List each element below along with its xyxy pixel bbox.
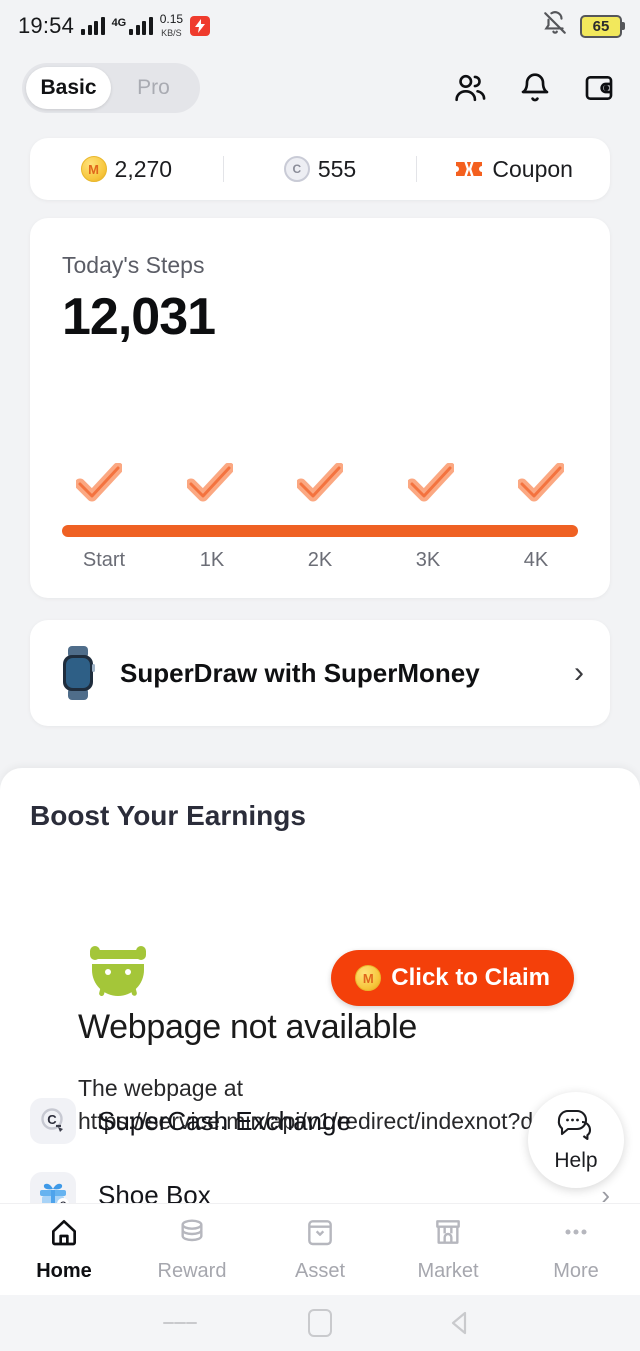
- data-speed-value: 0.15: [159, 12, 184, 27]
- nav-label: Reward: [157, 1260, 227, 1282]
- m-coin-icon: M: [80, 156, 107, 182]
- coupon-label: Coupon: [492, 155, 573, 182]
- broken-android-icon: [72, 944, 164, 997]
- nav-item-asset[interactable]: Asset: [256, 1216, 384, 1283]
- recents-button[interactable]: [163, 1306, 197, 1340]
- steps-progress-bar: [62, 525, 578, 537]
- nav-item-market[interactable]: Market: [384, 1216, 512, 1283]
- supercash-exchange-icon: C: [30, 1098, 76, 1144]
- nav-label: More: [553, 1260, 599, 1282]
- mode-segmented-control[interactable]: Basic Pro: [22, 63, 200, 113]
- battery-indicator: 65: [580, 14, 622, 38]
- steps-card: Today's Steps 12,031 Start 1K 2K 3K 4K: [30, 218, 610, 598]
- tick-label: 2K: [307, 549, 333, 571]
- tab-pro[interactable]: Pro: [111, 67, 196, 109]
- tick-label: 3K: [415, 549, 441, 571]
- status-time: 19:54: [18, 13, 75, 38]
- balance-item-coupon[interactable]: Coupon: [417, 156, 610, 183]
- steps-value: 12,031: [62, 288, 216, 346]
- wallet-icon[interactable]: [580, 69, 618, 107]
- signal-bars-secondary-icon: 4G: [112, 17, 153, 35]
- check-icon: [185, 462, 234, 503]
- milestone-checks: [62, 462, 578, 503]
- nav-item-more[interactable]: More: [512, 1216, 640, 1283]
- nav-label: Home: [36, 1260, 92, 1282]
- check-icon: [406, 462, 455, 503]
- bell-muted-icon: [542, 10, 568, 42]
- help-label: Help: [554, 1148, 598, 1172]
- home-button[interactable]: [303, 1306, 337, 1340]
- status-bar: 19:54 4G 0.15 KB/S 65: [0, 0, 640, 52]
- balance-item-cash[interactable]: C 555: [224, 156, 417, 183]
- steps-tick-labels: Start 1K 2K 3K 4K: [62, 549, 578, 572]
- status-bar-left: 19:54 4G 0.15 KB/S: [18, 13, 211, 39]
- tab-basic[interactable]: Basic: [26, 67, 111, 109]
- status-bar-right: 65: [542, 10, 622, 42]
- system-navigation-bar: [0, 1295, 640, 1351]
- tick-label: Start: [82, 549, 126, 571]
- check-icon: [295, 462, 345, 503]
- steps-progress-area: Start 1K 2K 3K 4K: [62, 462, 578, 572]
- data-speed-unit: KB/S: [161, 28, 182, 38]
- nav-label: Asset: [294, 1260, 346, 1282]
- home-icon: [47, 1216, 81, 1254]
- error-title: Webpage not available: [78, 1008, 417, 1046]
- nav-item-home[interactable]: Home: [0, 1216, 128, 1283]
- chevron-right-icon: ›: [574, 656, 584, 689]
- claim-button-label: Click to Claim: [391, 964, 550, 991]
- notification-bell-icon[interactable]: [516, 69, 554, 107]
- svg-text:C: C: [47, 1112, 57, 1127]
- check-icon: [74, 462, 124, 503]
- coins-icon: [175, 1216, 209, 1254]
- ellipsis-icon: [559, 1216, 593, 1254]
- app-notification-badge-icon: [190, 16, 211, 36]
- smartwatch-icon: [56, 646, 100, 700]
- nav-item-reward[interactable]: Reward: [128, 1216, 256, 1283]
- list-item-label: SuperCash Exchange: [98, 1105, 351, 1136]
- app-header: Basic Pro: [0, 52, 640, 124]
- m-coin-value: 2,270: [114, 155, 173, 182]
- balance-bar: M 2,270 C 555 Coupon: [30, 138, 610, 200]
- wallet-bag-icon: [303, 1216, 337, 1254]
- signal-bars-icon: [81, 17, 105, 35]
- help-floating-button[interactable]: Help: [528, 1092, 624, 1188]
- bottom-navigation: Home Reward Asset Market More: [0, 1203, 640, 1295]
- check-icon: [516, 462, 566, 503]
- c-coin-value: 555: [317, 155, 357, 182]
- promo-title: SuperDraw with SuperMoney: [120, 657, 480, 688]
- webview-error-area: M Click to Claim Webpage not available T…: [0, 832, 640, 1134]
- chat-bubble-icon: [556, 1108, 596, 1147]
- nav-label: Market: [417, 1260, 479, 1282]
- phone-screen: 19:54 4G 0.15 KB/S 65 Basic Pro M 2,270 …: [0, 0, 640, 1351]
- balance-item-coins[interactable]: M 2,270: [30, 156, 223, 183]
- header-icon-group: [452, 69, 618, 107]
- tick-label: 4K: [523, 549, 549, 571]
- network-type-label: 4G: [111, 17, 127, 29]
- contacts-icon[interactable]: [452, 69, 490, 107]
- tick-label: 1K: [199, 549, 225, 571]
- coupon-ticket-icon: [454, 158, 484, 180]
- superdraw-promo-row[interactable]: SuperDraw with SuperMoney ›: [30, 620, 610, 726]
- data-speed-indicator: 0.15 KB/S: [160, 13, 183, 38]
- click-to-claim-button[interactable]: M Click to Claim: [331, 950, 574, 1006]
- m-coin-icon: M: [355, 965, 382, 991]
- c-coin-icon: C: [283, 156, 310, 182]
- store-icon: [431, 1216, 465, 1254]
- steps-label: Today's Steps: [62, 252, 205, 278]
- back-button[interactable]: [443, 1306, 477, 1340]
- boost-section-title: Boost Your Earnings: [30, 800, 306, 831]
